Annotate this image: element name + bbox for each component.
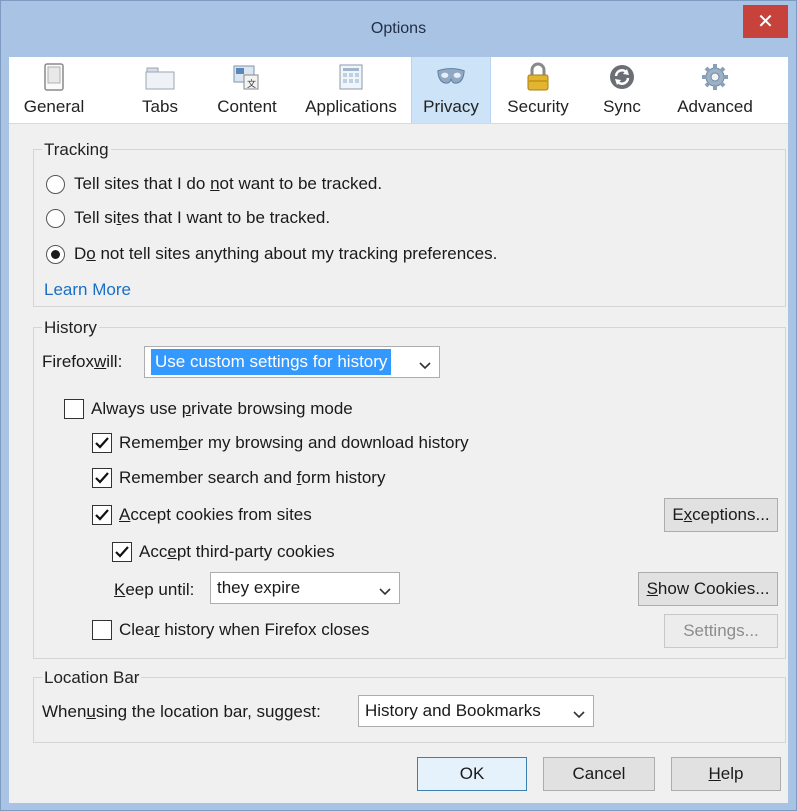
tab-tabs-label: Tabs [142, 97, 178, 116]
category-toolbar: General Tabs 文 Content Applications Priv… [9, 57, 788, 124]
third-party-cookies-checkbox[interactable] [112, 542, 132, 562]
third-party-cookies-label: Accept third-party cookies [139, 542, 335, 561]
close-button[interactable]: ✕ [743, 5, 788, 38]
tab-sync[interactable]: Sync [589, 57, 655, 123]
svg-text:文: 文 [247, 78, 256, 90]
radio-do-not-track[interactable]: Tell sites that I do not want to be trac… [46, 174, 382, 194]
chevron-down-icon [419, 356, 431, 376]
window-title: Options [370, 20, 427, 37]
clear-history-checkbox[interactable] [92, 620, 112, 640]
checkmark-icon [95, 437, 109, 449]
gear-icon [700, 62, 730, 92]
tab-security-label: Security [507, 97, 569, 116]
title-bar[interactable]: Options ✕ [1, 1, 796, 57]
tab-sync-label: Sync [603, 97, 641, 116]
keep-until-value: they expire [217, 578, 301, 597]
remember-search-checkbox[interactable] [92, 468, 112, 488]
suggest-select[interactable]: History and Bookmarks [358, 695, 594, 727]
tab-privacy[interactable]: Privacy [411, 57, 491, 123]
remember-search-row[interactable]: Remember search and form history [92, 468, 385, 488]
dialog-content: General Tabs 文 Content Applications Priv… [9, 57, 788, 803]
general-icon [39, 62, 69, 92]
tracking-group: Tracking Tell sites that I do not want t… [33, 140, 786, 307]
radio-want-tracking[interactable]: Tell sites that I want to be tracked. [46, 208, 330, 228]
privacy-mask-icon [436, 62, 466, 92]
help-button[interactable]: Help [671, 757, 781, 791]
tab-content[interactable]: 文 Content [209, 57, 285, 123]
radio-button-selected[interactable] [46, 244, 65, 264]
tab-applications-label: Applications [305, 97, 397, 116]
cancel-button[interactable]: Cancel [543, 757, 655, 791]
third-party-cookies-row[interactable]: Accept third-party cookies [112, 542, 335, 562]
accept-cookies-checkbox[interactable] [92, 505, 112, 525]
checkmark-icon [95, 472, 109, 484]
chevron-down-icon [379, 582, 391, 602]
checkmark-icon [115, 546, 129, 558]
show-cookies-button[interactable]: Show Cookies... [638, 572, 778, 606]
learn-more-link[interactable]: Learn More [44, 280, 131, 300]
remember-browsing-row[interactable]: Remember my browsing and download histor… [92, 433, 469, 453]
firefox-will-label: Firefox w ill: [42, 352, 123, 371]
chevron-down-icon [573, 705, 585, 725]
settings-button[interactable]: Settings... [664, 614, 778, 648]
history-mode-value: Use custom settings for history [151, 349, 392, 375]
tab-security[interactable]: Security [496, 57, 580, 123]
checkmark-icon [95, 509, 109, 521]
tab-general[interactable]: General [17, 57, 91, 123]
applications-icon [336, 62, 366, 92]
clear-history-label: Clear history when Firefox closes [119, 620, 370, 639]
tab-privacy-label: Privacy [423, 97, 479, 116]
tracking-legend: Tracking [42, 140, 111, 160]
radio-no-preference-label: Do not tell sites anything about my trac… [74, 244, 498, 263]
history-group: History Firefox w ill: Use custom setting… [33, 318, 786, 659]
clear-history-row[interactable]: Clear history when Firefox closes [92, 620, 369, 640]
private-browsing-label: Always use private browsing mode [91, 399, 353, 418]
location-bar-legend: Location Bar [42, 668, 142, 688]
radio-no-preference[interactable]: Do not tell sites anything about my trac… [46, 244, 497, 264]
keep-until-label: Keep until: [114, 580, 195, 599]
tab-advanced[interactable]: Advanced [667, 57, 763, 123]
tab-content-label: Content [217, 97, 277, 116]
suggest-label: When u sing the location bar, suggest: [42, 702, 321, 721]
tab-general-label: General [23, 97, 85, 116]
content-icon: 文 [232, 62, 262, 92]
tab-applications[interactable]: Applications [295, 57, 407, 123]
accept-cookies-row[interactable]: Accept cookies from sites [92, 505, 312, 525]
options-window: Options ✕ General Tabs 文 Content Applica… [0, 0, 797, 811]
keep-until-select[interactable]: they expire [210, 572, 400, 604]
history-mode-select[interactable]: Use custom settings for history [144, 346, 440, 378]
suggest-value: History and Bookmarks [365, 701, 541, 720]
remember-search-label: Remember search and form history [119, 468, 386, 487]
accept-cookies-label: Accept cookies from sites [119, 505, 312, 524]
tabs-icon [145, 62, 175, 92]
private-browsing-checkbox-row[interactable]: Always use private browsing mode [64, 399, 353, 419]
radio-button[interactable] [46, 174, 65, 194]
history-legend: History [42, 318, 99, 338]
remember-browsing-checkbox[interactable] [92, 433, 112, 453]
sync-icon [607, 62, 637, 92]
radio-button[interactable] [46, 208, 65, 228]
remember-browsing-label: Remember my browsing and download histor… [119, 433, 469, 452]
close-icon: ✕ [757, 11, 774, 33]
radio-want-tracking-label: Tell sites that I want to be tracked. [74, 208, 331, 227]
tab-tabs[interactable]: Tabs [127, 57, 193, 123]
padlock-icon [523, 62, 553, 92]
private-browsing-checkbox[interactable] [64, 399, 84, 419]
exceptions-button[interactable]: Ex ceptions... [664, 498, 778, 532]
location-bar-group: Location Bar When u sing the location bar… [33, 668, 786, 743]
radio-do-not-track-label: Tell sites that I do not want to be trac… [74, 174, 383, 193]
ok-button[interactable]: OK [417, 757, 527, 791]
tab-advanced-label: Advanced [677, 97, 753, 116]
